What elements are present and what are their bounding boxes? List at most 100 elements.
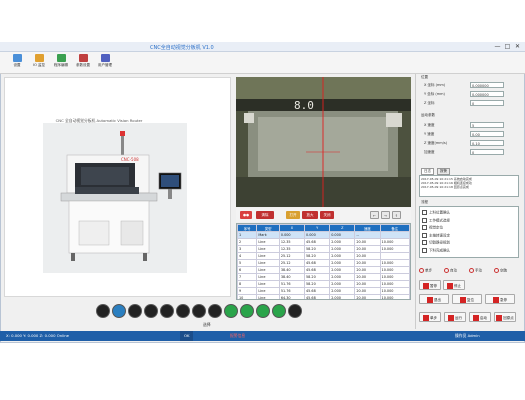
toolbar-item-label: 程序编辑 [54, 63, 68, 67]
cup-icon[interactable] [128, 304, 142, 318]
motion-field[interactable]: 0.00 [470, 131, 504, 137]
process-item[interactable]: 工作模式选择 [422, 217, 516, 224]
process-item[interactable]: 主轴转速设定 [422, 232, 516, 239]
target-icon[interactable] [192, 304, 206, 318]
buttons_row3-button-0[interactable]: 单步 [419, 312, 441, 322]
position-field[interactable]: 0.000000 [470, 82, 504, 88]
checkbox-icon[interactable] [422, 232, 427, 238]
status-coordinates: X: 0.000 Y: 0.000 Z: 0.000 Online [6, 333, 69, 338]
table-row[interactable]: 7 Line 38.40 58.20 2.000 20.00 10.000 [237, 273, 410, 281]
column-header[interactable]: X [278, 224, 306, 232]
radio-icon[interactable] [469, 268, 474, 273]
log-tab-0[interactable]: 日志 [421, 168, 434, 175]
link-icon[interactable] [288, 304, 302, 318]
maximize-button[interactable]: □ [503, 43, 512, 50]
buttons_row1-button-0[interactable]: 暂停 [419, 280, 441, 290]
table-cell: 2 [237, 238, 258, 246]
camera-view[interactable]: 8.0 [236, 77, 411, 207]
cross-icon[interactable] [176, 304, 190, 318]
process-item[interactable]: 切割路径规划 [422, 240, 516, 246]
radio-icon[interactable] [419, 268, 424, 273]
pill-icon[interactable] [144, 304, 158, 318]
table-cell: 10.000 [379, 273, 410, 281]
program-table[interactable]: 序号 类型 X Y Z 速度 备注 1 Mark 0.000 0.000 0.000 -- 2 Line 1… [236, 223, 411, 300]
phone-icon[interactable] [240, 304, 254, 318]
process-item[interactable]: 视觉定位 [422, 225, 516, 231]
motion-field[interactable]: 5 [470, 122, 504, 128]
camera-button-4[interactable]: 关闭 [320, 211, 334, 219]
camera-arrow-2[interactable]: ↑ [392, 211, 401, 219]
column-header[interactable]: 类型 [256, 224, 280, 232]
checkbox-icon[interactable] [422, 240, 427, 245]
table-cell: 2.000 [329, 259, 356, 267]
camera-button-1[interactable]: 清除 [256, 211, 274, 219]
table-row[interactable]: 4 Line 25.12 58.20 2.000 20.00 [237, 252, 410, 260]
process-item[interactable]: 下料完成确认 [422, 247, 516, 254]
log-tab-1[interactable]: 报警 [437, 168, 450, 175]
toolbar-item-3[interactable]: 参数设置 [72, 53, 94, 73]
lines-icon[interactable] [256, 304, 270, 318]
radio-icon[interactable] [494, 268, 499, 273]
split-icon[interactable] [208, 304, 222, 318]
checkbox-icon[interactable] [422, 247, 427, 253]
table-row[interactable]: 5 Line 25.12 45.68 2.000 20.00 10.000 [237, 259, 410, 267]
table-cell: 2.000 [329, 280, 356, 288]
grid-icon[interactable] [160, 304, 174, 318]
position-label: X 坐标 (mm) [424, 83, 446, 87]
column-header[interactable]: 速度 [354, 224, 381, 232]
camera-button-3[interactable]: 放大 [302, 211, 318, 219]
mode-option[interactable]: 空跑 [494, 268, 507, 274]
mode-option[interactable]: 单步 [419, 268, 432, 274]
buttons_row3-button-1[interactable]: 运行 [444, 312, 466, 322]
column-header[interactable]: Z [329, 224, 356, 232]
motion-field[interactable]: 0 [470, 149, 504, 155]
toolbar-item-1[interactable]: IO 监控 [28, 53, 50, 73]
buttons_row3-button-2[interactable]: 启动 [469, 312, 491, 322]
column-header[interactable]: 序号 [237, 224, 258, 232]
status-bar: X: 0.000 Y: 0.000 Z: 0.000 Online OK 报警信… [0, 331, 525, 341]
gear-icon[interactable] [96, 304, 110, 318]
camera-arrow-0[interactable]: ← [370, 211, 379, 219]
table-row[interactable]: 2 Line 12.35 45.68 2.000 20.00 10.000 [237, 238, 410, 246]
mode-option-label: 单步 [425, 268, 432, 273]
buttons_row2-button-0[interactable]: 退出 [419, 294, 449, 304]
toolbar-item-2[interactable]: 程序编辑 [50, 53, 72, 73]
radio-icon[interactable] [444, 268, 449, 273]
buttons_row2-button-2[interactable]: 急停 [485, 294, 515, 304]
table-row[interactable]: 9 Line 51.76 45.68 2.000 20.00 10.000 [237, 287, 410, 295]
motion-field[interactable]: 0.10 [470, 140, 504, 146]
close-button[interactable]: ✕ [513, 43, 522, 50]
table-cell: 7 [237, 273, 258, 281]
table-row[interactable]: 3 Line 12.35 58.20 2.000 20.00 10.000 [237, 245, 410, 253]
table-cell: 0.000 [278, 231, 306, 239]
position-field[interactable]: 0 [470, 100, 504, 106]
table-row[interactable]: 8 Line 51.76 58.20 2.000 20.00 10.000 [237, 280, 410, 288]
camera-arrow-1[interactable]: → [381, 211, 390, 219]
table-row[interactable]: 1 Mark 0.000 0.000 0.000 -- [237, 231, 410, 239]
toolbar-item-0[interactable]: 设置 [6, 53, 28, 73]
table-cell: 58.20 [304, 252, 331, 260]
table-cell: 10.000 [379, 266, 410, 274]
camera-button-0[interactable]: ●● [240, 211, 252, 219]
mode-option[interactable]: 手动 [469, 268, 482, 274]
checkbox-icon[interactable] [422, 210, 427, 215]
table-row[interactable]: 6 Line 38.40 45.68 2.000 20.00 10.000 [237, 266, 410, 274]
checkbox-icon[interactable] [422, 217, 427, 223]
drop-icon[interactable] [112, 304, 126, 318]
column-header[interactable]: Y [304, 224, 331, 232]
minimize-button[interactable]: — [493, 43, 502, 50]
sync-icon[interactable] [272, 304, 286, 318]
mode-option-label: 空跑 [500, 268, 507, 273]
toolbar-item-4[interactable]: 用户管理 [94, 53, 116, 73]
column-header[interactable]: 备注 [379, 224, 410, 232]
checkbox-icon[interactable] [422, 225, 427, 230]
buttons_row2-button-1[interactable]: 复位 [452, 294, 482, 304]
process-item[interactable]: 上料位置确认 [422, 210, 516, 216]
buttons_row3-button-3[interactable]: 回原点 [494, 312, 516, 322]
buttons_row1-button-1[interactable]: 停止 [443, 280, 465, 290]
table-cell: Line [256, 259, 280, 267]
book-icon[interactable] [224, 304, 238, 318]
mode-option[interactable]: 自动 [444, 268, 457, 274]
position-field[interactable]: 0.000000 [470, 91, 504, 97]
camera-button-2[interactable]: 打开 [286, 211, 300, 219]
